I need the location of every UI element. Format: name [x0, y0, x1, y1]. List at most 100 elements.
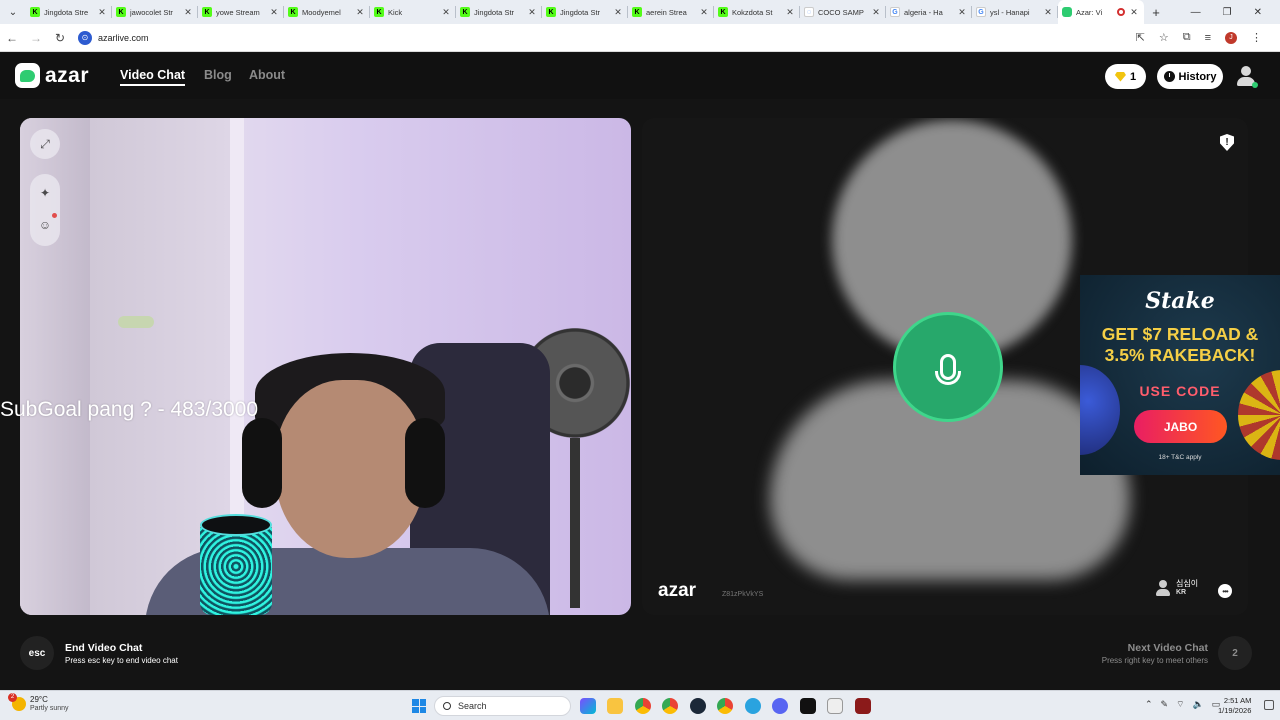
nav-video-chat[interactable]: Video Chat [120, 68, 186, 86]
cast-icon[interactable]: ⇱ [1136, 31, 1145, 44]
minimize-icon[interactable]: — [1191, 7, 1201, 18]
browser-tab[interactable]: K Kick ✕ [370, 0, 456, 24]
windows-start-icon[interactable] [412, 699, 426, 713]
browser-tab[interactable]: K Jingdota Str ✕ [456, 0, 542, 24]
notification-dot [52, 213, 57, 218]
chat-bubble-icon[interactable]: ••• [1218, 584, 1232, 598]
url-field[interactable]: ⊙ azarlive.com [78, 27, 1128, 49]
system-tray: ⌃ ✎ ⌔ 🔈 ▭ [1145, 699, 1220, 710]
tab-close-icon[interactable]: ✕ [96, 7, 108, 18]
gems-button[interactable]: 1 [1105, 64, 1146, 89]
app-icon[interactable] [800, 698, 816, 714]
kick-favicon-icon: K [718, 7, 728, 17]
ad-brand: Stake [1145, 288, 1215, 314]
reading-list-icon[interactable]: ≡ [1205, 32, 1211, 44]
fullscreen-button[interactable]: ⤢ [30, 129, 60, 159]
steam-icon[interactable] [690, 698, 706, 714]
history-label: History [1178, 70, 1217, 83]
snipping-tool-icon[interactable] [827, 698, 843, 714]
browser-tab[interactable]: Kaerein Strea ✕ [628, 0, 714, 24]
browser-tab[interactable]: K Jingdota Stre ✕ [26, 0, 112, 24]
chrome-profile-icon[interactable] [662, 698, 678, 714]
next-chat-button[interactable]: 2 [1218, 636, 1252, 670]
tab-title: jawocolet Str [130, 7, 173, 17]
browser-tab[interactable]: Kyowe Stream ✕ [198, 0, 284, 24]
browser-tab[interactable]: Azar: Vi ✕ [1058, 0, 1144, 24]
ad-code-button[interactable]: JABO [1134, 410, 1227, 443]
notifications-icon[interactable] [1264, 700, 1274, 710]
end-chat-esc-button[interactable]: esc [20, 636, 54, 670]
browser-tab[interactable]: Gysl - Hanapi ✕ [972, 0, 1058, 24]
weather-badge: 2 [8, 692, 17, 702]
forward-icon[interactable]: → [24, 31, 48, 45]
copilot-icon[interactable] [580, 698, 596, 714]
face-filter-icon[interactable]: ☺ [38, 218, 52, 232]
file-explorer-icon[interactable] [607, 698, 623, 714]
reload-icon[interactable]: ↻ [48, 31, 72, 45]
clock-time: 2:51 AM [1223, 696, 1252, 705]
microphone-button[interactable] [893, 312, 1003, 422]
extensions-icon[interactable]: ⧉ [1183, 31, 1191, 44]
effects-toolbar: ✦ ☺ [30, 174, 60, 246]
chrome-active-icon[interactable] [717, 698, 733, 714]
peer-info[interactable]: 심심이 KR [1156, 579, 1198, 596]
tab-close-icon[interactable]: ✕ [526, 7, 538, 18]
azar-logo-icon [15, 63, 40, 88]
weather-sun-icon: 2 [8, 692, 26, 711]
tab-close-icon[interactable]: ✕ [1128, 7, 1140, 18]
nav-blog[interactable]: Blog [204, 68, 232, 82]
end-video-chat-title[interactable]: End Video Chat [65, 642, 142, 654]
weather-widget[interactable]: 2 29°C Partly sunny [8, 692, 69, 712]
tab-close-icon[interactable]: ✕ [1042, 7, 1054, 18]
restore-icon[interactable]: ❐ [1223, 7, 1232, 18]
telegram-icon[interactable] [745, 698, 761, 714]
history-button[interactable]: History [1157, 64, 1223, 89]
report-shield-icon[interactable]: ! [1220, 134, 1234, 151]
next-video-chat-title[interactable]: Next Video Chat [1128, 642, 1208, 654]
tab-close-icon[interactable]: ✕ [182, 7, 194, 18]
browser-tab[interactable]: ◌ COCO SAMP ✕ [800, 0, 886, 24]
bookmark-star-icon[interactable]: ☆ [1159, 31, 1169, 44]
remote-user-id: Z81zPkVkYS [722, 591, 764, 598]
browser-tab[interactable]: Kjawocolet Str ✕ [112, 0, 198, 24]
azar-logo[interactable]: azar [15, 63, 89, 88]
tab-close-icon[interactable]: ✕ [870, 7, 882, 18]
browser-tab[interactable]: K Jingdota Str ✕ [542, 0, 628, 24]
new-tab-button[interactable]: + [1144, 5, 1168, 20]
taskbar-search[interactable]: Search [434, 696, 571, 716]
tray-chevron-icon[interactable]: ⌃ [1145, 699, 1153, 710]
tab-title: Moodyemel [302, 7, 341, 17]
tab-close-icon[interactable]: ✕ [268, 7, 280, 18]
tab-close-icon[interactable]: ✕ [354, 7, 366, 18]
site-info-icon[interactable]: ⊙ [78, 30, 92, 45]
fullscreen-icon: ⤢ [40, 137, 50, 151]
dota-icon[interactable] [855, 698, 871, 714]
wifi-icon[interactable]: ⌔ [1176, 699, 1184, 710]
browser-menu-icon[interactable]: ⋮ [1251, 31, 1262, 44]
profile-avatar[interactable]: J [1225, 31, 1237, 44]
tab-close-icon[interactable]: ✕ [956, 7, 968, 18]
kick-favicon-icon: K [374, 7, 384, 17]
end-video-chat-hint: Press esc key to end video chat [65, 656, 178, 665]
browser-tab[interactable]: Galgeria - Ha ✕ [886, 0, 972, 24]
tab-close-icon[interactable]: ✕ [784, 7, 796, 18]
user-profile-icon[interactable] [1236, 66, 1258, 88]
taskbar-clock[interactable]: 2:51 AM 1/19/2026 [1218, 696, 1251, 716]
tab-close-icon[interactable]: ✕ [698, 7, 710, 18]
nav-about[interactable]: About [249, 68, 285, 82]
stake-ad-banner[interactable]: Stake GET $7 RELOAD & 3.5% RAKEBACK! USE… [1080, 275, 1280, 475]
volume-icon[interactable]: 🔈 [1193, 699, 1204, 710]
magic-wand-icon[interactable]: ✦ [38, 186, 52, 200]
close-window-icon[interactable]: ✕ [1254, 7, 1262, 18]
windows-taskbar: 2 29°C Partly sunny Search ⌃ ✎ ⌔ 🔈 ▭ 2:5… [0, 690, 1280, 720]
pen-icon[interactable]: ✎ [1161, 699, 1169, 710]
ad-terms: 18+ T&C apply [1158, 454, 1202, 461]
browser-tab[interactable]: K Kokzdota St ✕ [714, 0, 800, 24]
tab-search-chevron-icon[interactable]: ⌄ [0, 0, 26, 24]
back-icon[interactable]: ← [0, 31, 24, 45]
discord-icon[interactable] [772, 698, 788, 714]
tab-close-icon[interactable]: ✕ [612, 7, 624, 18]
browser-tab[interactable]: K Moodyemel ✕ [284, 0, 370, 24]
tab-close-icon[interactable]: ✕ [440, 7, 452, 18]
chrome-icon[interactable] [635, 698, 651, 714]
